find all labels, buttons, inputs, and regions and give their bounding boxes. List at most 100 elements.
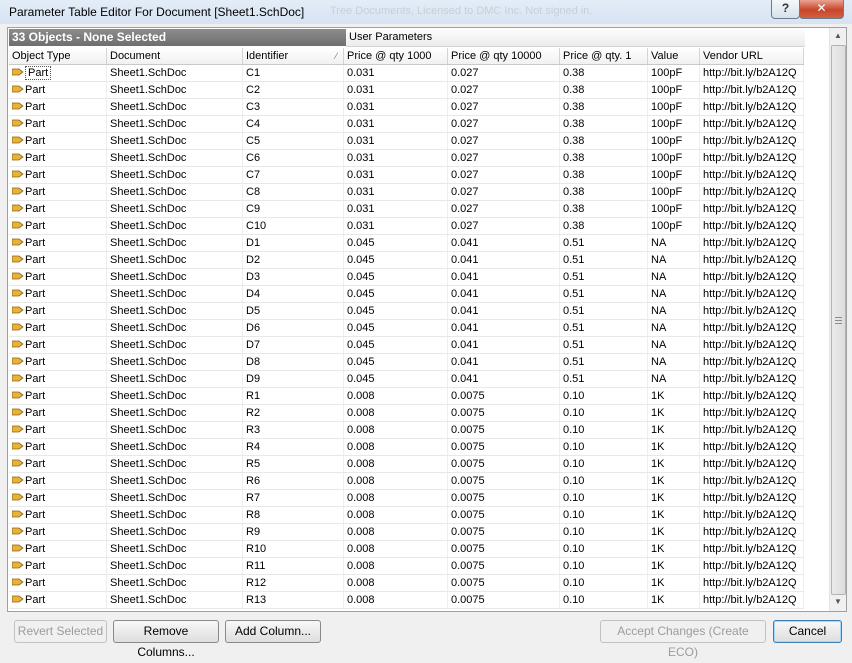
table-row[interactable]: Part Sheet1.SchDoc R1 0.008 0.0075 0.10 1K http… [9,388,804,405]
cell-p1000[interactable]: 0.045 [344,337,448,353]
cell-doc[interactable]: Sheet1.SchDoc [107,184,243,200]
table-row[interactable]: Part Sheet1.SchDoc R7 0.008 0.0075 0.10 1K http… [9,490,804,507]
cell-doc[interactable]: Sheet1.SchDoc [107,354,243,370]
column-header-identifier[interactable]: Identifier ⁄ [243,48,344,64]
cell-type[interactable]: Part [9,320,107,336]
cell-doc[interactable]: Sheet1.SchDoc [107,201,243,217]
cell-p1000[interactable]: 0.008 [344,473,448,489]
cell-type[interactable]: Part [9,575,107,591]
cell-value[interactable]: 100pF [648,133,700,149]
cell-doc[interactable]: Sheet1.SchDoc [107,167,243,183]
cell-url[interactable]: http://bit.ly/b2A12Q [700,371,804,387]
cell-p10000[interactable]: 0.027 [448,150,560,166]
cell-p1000[interactable]: 0.008 [344,405,448,421]
cell-type[interactable]: Part [9,82,107,98]
cell-url[interactable]: http://bit.ly/b2A12Q [700,388,804,404]
table-row[interactable]: Part Sheet1.SchDoc D2 0.045 0.041 0.51 NA http:… [9,252,804,269]
cell-p10000[interactable]: 0.0075 [448,524,560,540]
scroll-thumb[interactable] [831,45,846,595]
cell-id[interactable]: R10 [243,541,344,557]
cell-doc[interactable]: Sheet1.SchDoc [107,218,243,234]
cell-p1[interactable]: 0.51 [560,371,648,387]
cell-value[interactable]: 1K [648,575,700,591]
cell-type[interactable]: Part [9,99,107,115]
cell-p1000[interactable]: 0.008 [344,507,448,523]
cell-id[interactable]: C1 [243,65,344,81]
cell-p1[interactable]: 0.38 [560,184,648,200]
cell-doc[interactable]: Sheet1.SchDoc [107,405,243,421]
cell-url[interactable]: http://bit.ly/b2A12Q [700,150,804,166]
cell-type[interactable]: Part [9,558,107,574]
cell-p10000[interactable]: 0.0075 [448,473,560,489]
table-row[interactable]: Part Sheet1.SchDoc R4 0.008 0.0075 0.10 1K http… [9,439,804,456]
cell-p1[interactable]: 0.10 [560,592,648,608]
cell-doc[interactable]: Sheet1.SchDoc [107,524,243,540]
cell-doc[interactable]: Sheet1.SchDoc [107,65,243,81]
cell-type[interactable]: Part [9,167,107,183]
cell-url[interactable]: http://bit.ly/b2A12Q [700,99,804,115]
cell-p1[interactable]: 0.10 [560,388,648,404]
cell-doc[interactable]: Sheet1.SchDoc [107,303,243,319]
cell-doc[interactable]: Sheet1.SchDoc [107,388,243,404]
cell-id[interactable]: R6 [243,473,344,489]
cell-value[interactable]: 1K [648,405,700,421]
cell-doc[interactable]: Sheet1.SchDoc [107,235,243,251]
cell-value[interactable]: 1K [648,439,700,455]
cell-type[interactable]: Part [9,133,107,149]
cell-type[interactable]: Part [9,252,107,268]
cell-p10000[interactable]: 0.041 [448,354,560,370]
cell-url[interactable]: http://bit.ly/b2A12Q [700,235,804,251]
cell-doc[interactable]: Sheet1.SchDoc [107,116,243,132]
table-row[interactable]: Part Sheet1.SchDoc R3 0.008 0.0075 0.10 1K http… [9,422,804,439]
cell-doc[interactable]: Sheet1.SchDoc [107,337,243,353]
column-header-price-qty-1000[interactable]: Price @ qty 1000 [344,48,448,64]
cell-p10000[interactable]: 0.041 [448,303,560,319]
cell-type[interactable]: Part [9,218,107,234]
cell-type[interactable]: Part [9,422,107,438]
cell-p1[interactable]: 0.10 [560,456,648,472]
cell-id[interactable]: D4 [243,286,344,302]
cell-url[interactable]: http://bit.ly/b2A12Q [700,354,804,370]
cell-url[interactable]: http://bit.ly/b2A12Q [700,133,804,149]
column-header-document[interactable]: Document [107,48,243,64]
cell-p1[interactable]: 0.51 [560,354,648,370]
cell-p10000[interactable]: 0.0075 [448,490,560,506]
cell-value[interactable]: 100pF [648,82,700,98]
cell-p1[interactable]: 0.38 [560,133,648,149]
cell-p1000[interactable]: 0.008 [344,592,448,608]
cell-p10000[interactable]: 0.041 [448,286,560,302]
cell-url[interactable]: http://bit.ly/b2A12Q [700,422,804,438]
table-row[interactable]: Part Sheet1.SchDoc R5 0.008 0.0075 0.10 1K http… [9,456,804,473]
cell-value[interactable]: 1K [648,473,700,489]
cell-doc[interactable]: Sheet1.SchDoc [107,99,243,115]
cell-type[interactable]: Part [9,303,107,319]
cell-p10000[interactable]: 0.0075 [448,456,560,472]
cell-value[interactable]: 100pF [648,201,700,217]
cell-type[interactable]: Part [9,592,107,608]
cell-type[interactable]: Part [9,405,107,421]
scroll-up-arrow-icon[interactable]: ▲ [834,31,842,40]
cell-p1[interactable]: 0.10 [560,541,648,557]
cell-doc[interactable]: Sheet1.SchDoc [107,150,243,166]
cancel-button[interactable]: Cancel [773,620,842,643]
cell-url[interactable]: http://bit.ly/b2A12Q [700,575,804,591]
cell-p10000[interactable]: 0.041 [448,235,560,251]
cell-url[interactable]: http://bit.ly/b2A12Q [700,473,804,489]
cell-value[interactable]: 1K [648,592,700,608]
scroll-down-arrow-icon[interactable]: ▼ [834,597,842,606]
cell-type[interactable]: Part [9,354,107,370]
table-row[interactable]: Part Sheet1.SchDoc D9 0.045 0.041 0.51 NA http:… [9,371,804,388]
cell-doc[interactable]: Sheet1.SchDoc [107,558,243,574]
table-row[interactable]: Part Sheet1.SchDoc R10 0.008 0.0075 0.10 1K htt… [9,541,804,558]
cell-value[interactable]: 1K [648,524,700,540]
cell-p1[interactable]: 0.10 [560,575,648,591]
add-column-button[interactable]: Add Column... [225,620,321,643]
cell-p1000[interactable]: 0.008 [344,558,448,574]
cell-type[interactable]: Part [9,201,107,217]
cell-p1[interactable]: 0.38 [560,150,648,166]
cell-p10000[interactable]: 0.0075 [448,592,560,608]
table-row[interactable]: Part Sheet1.SchDoc R8 0.008 0.0075 0.10 1K http… [9,507,804,524]
cell-p10000[interactable]: 0.027 [448,184,560,200]
cell-p1000[interactable]: 0.031 [344,218,448,234]
cell-doc[interactable]: Sheet1.SchDoc [107,592,243,608]
